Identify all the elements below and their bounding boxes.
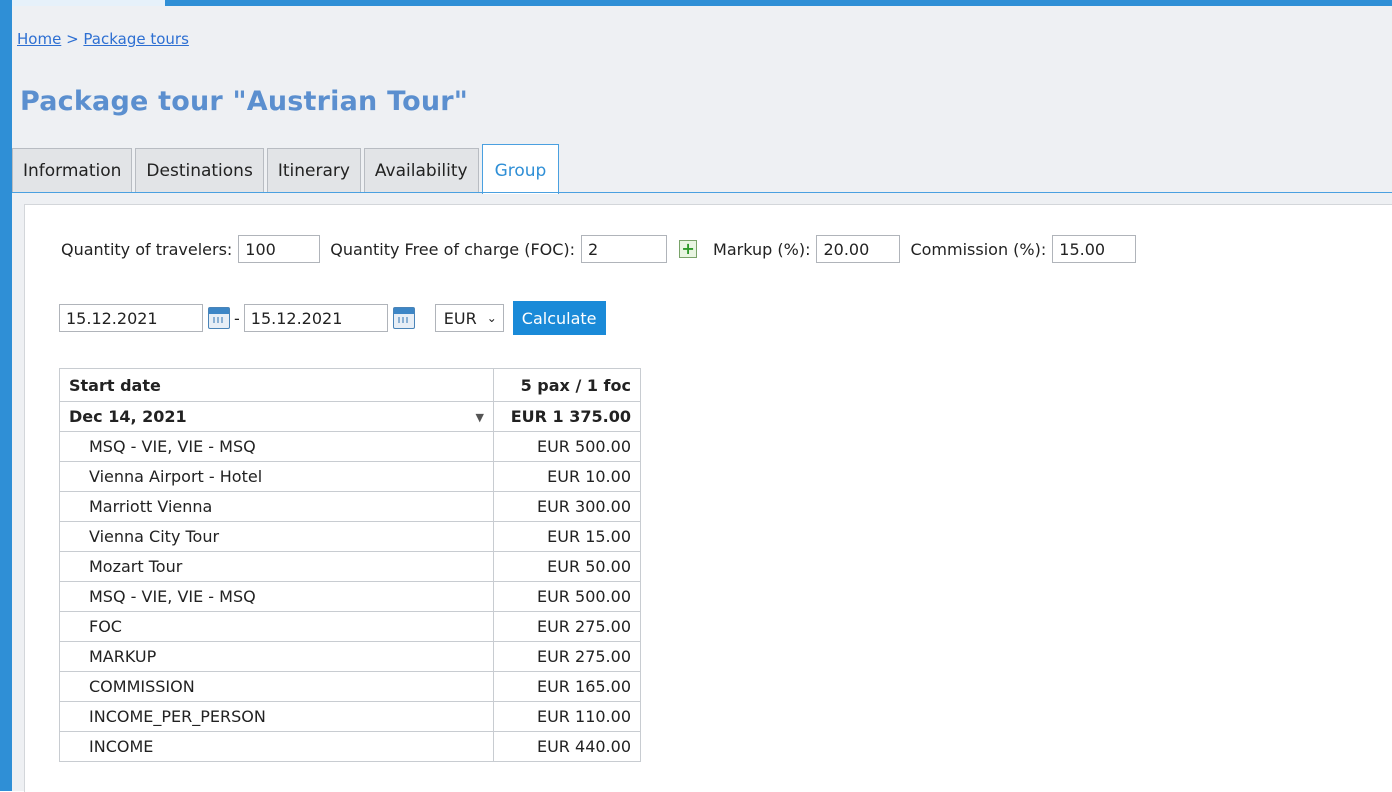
row-name: MARKUP <box>59 641 494 672</box>
row-name: MSQ - VIE, VIE - MSQ <box>59 431 494 462</box>
row-amount: EUR 500.00 <box>493 581 641 612</box>
table-row: INCOME_PER_PERSON EUR 110.00 <box>59 701 641 732</box>
row-name: COMMISSION <box>59 671 494 702</box>
commission-input[interactable] <box>1052 235 1137 263</box>
row-name: INCOME_PER_PERSON <box>59 701 494 732</box>
page-title: Package tour "Austrian Tour" <box>20 86 469 117</box>
markup-label: Markup (%): <box>713 239 811 259</box>
currency-value: EUR <box>443 308 477 328</box>
row-amount: EUR 50.00 <box>493 551 641 582</box>
row-amount: EUR 275.00 <box>493 611 641 642</box>
date-from-input[interactable] <box>59 304 203 332</box>
row-amount: EUR 500.00 <box>493 431 641 462</box>
breadcrumb-package-tours-link[interactable]: Package tours <box>83 30 189 48</box>
foc-input[interactable] <box>581 235 668 263</box>
table-group-row[interactable]: Dec 14, 2021 ▼ EUR 1 375.00 <box>59 401 641 432</box>
calculation-row: - EUR ⌄ Calculate <box>59 301 606 335</box>
row-amount: EUR 275.00 <box>493 641 641 672</box>
calculate-button[interactable]: Calculate <box>512 301 606 335</box>
tab-information[interactable]: Information <box>12 148 133 192</box>
commission-label: Commission (%): <box>910 239 1047 259</box>
table-row: Vienna City Tour EUR 15.00 <box>59 521 641 552</box>
table-row: MSQ - VIE, VIE - MSQ EUR 500.00 <box>59 431 641 462</box>
tabs-underline <box>12 192 1392 193</box>
table-row: INCOME EUR 440.00 <box>59 731 641 762</box>
row-name: Mozart Tour <box>59 551 494 582</box>
markup-input[interactable] <box>816 235 901 263</box>
group-date-cell: Dec 14, 2021 ▼ <box>59 401 494 432</box>
group-total: EUR 1 375.00 <box>493 401 641 432</box>
row-amount: EUR 15.00 <box>493 521 641 552</box>
tab-destinations[interactable]: Destinations <box>135 148 264 192</box>
table-row: Marriott Vienna EUR 300.00 <box>59 491 641 522</box>
table-row: MSQ - VIE, VIE - MSQ EUR 500.00 <box>59 581 641 612</box>
tab-availability[interactable]: Availability <box>363 148 479 192</box>
group-date: Dec 14, 2021 <box>69 407 187 426</box>
caret-down-icon[interactable]: ▼ <box>476 411 484 424</box>
row-name: FOC <box>59 611 494 642</box>
tab-itinerary[interactable]: Itinerary <box>266 148 361 192</box>
table-row: MARKUP EUR 275.00 <box>59 641 641 672</box>
pricing-table: Start date 5 pax / 1 foc Dec 14, 2021 ▼ E… <box>59 368 641 762</box>
table-row: COMMISSION EUR 165.00 <box>59 671 641 702</box>
column-header-pax: 5 pax / 1 foc <box>493 368 641 402</box>
chevron-down-icon: ⌄ <box>486 311 497 325</box>
row-name: MSQ - VIE, VIE - MSQ <box>59 581 494 612</box>
row-name: Vienna Airport - Hotel <box>59 461 494 492</box>
travelers-input[interactable] <box>238 235 321 263</box>
row-name: Vienna City Tour <box>59 521 494 552</box>
row-amount: EUR 165.00 <box>493 671 641 702</box>
row-amount: EUR 110.00 <box>493 701 641 732</box>
table-header-row: Start date 5 pax / 1 foc <box>59 368 641 402</box>
date-to-input[interactable] <box>243 304 388 332</box>
row-name: Marriott Vienna <box>59 491 494 522</box>
table-row: Vienna Airport - Hotel EUR 10.00 <box>59 461 641 492</box>
plus-icon[interactable]: + <box>679 240 698 258</box>
breadcrumb-separator: > <box>61 30 84 48</box>
tab-bar: Information Destinations Itinerary Avail… <box>12 144 562 194</box>
date-separator: - <box>234 308 240 328</box>
breadcrumb: Home > Package tours <box>17 30 189 48</box>
row-amount: EUR 440.00 <box>493 731 641 762</box>
travelers-label: Quantity of travelers: <box>61 239 233 259</box>
column-header-start-date: Start date <box>59 368 494 402</box>
calendar-icon[interactable] <box>208 307 230 329</box>
calendar-icon[interactable] <box>392 307 415 329</box>
row-amount: EUR 10.00 <box>493 461 641 492</box>
table-row: Mozart Tour EUR 50.00 <box>59 551 641 582</box>
currency-select[interactable]: EUR ⌄ <box>434 304 504 332</box>
window-left-border <box>0 0 12 791</box>
row-amount: EUR 300.00 <box>493 491 641 522</box>
row-name: INCOME <box>59 731 494 762</box>
foc-label: Quantity Free of charge (FOC): <box>330 239 576 259</box>
breadcrumb-home-link[interactable]: Home <box>17 30 61 48</box>
group-settings-row: Quantity of travelers: Quantity Free of … <box>61 234 1137 264</box>
tab-group[interactable]: Group <box>481 144 560 194</box>
table-row: FOC EUR 275.00 <box>59 611 641 642</box>
